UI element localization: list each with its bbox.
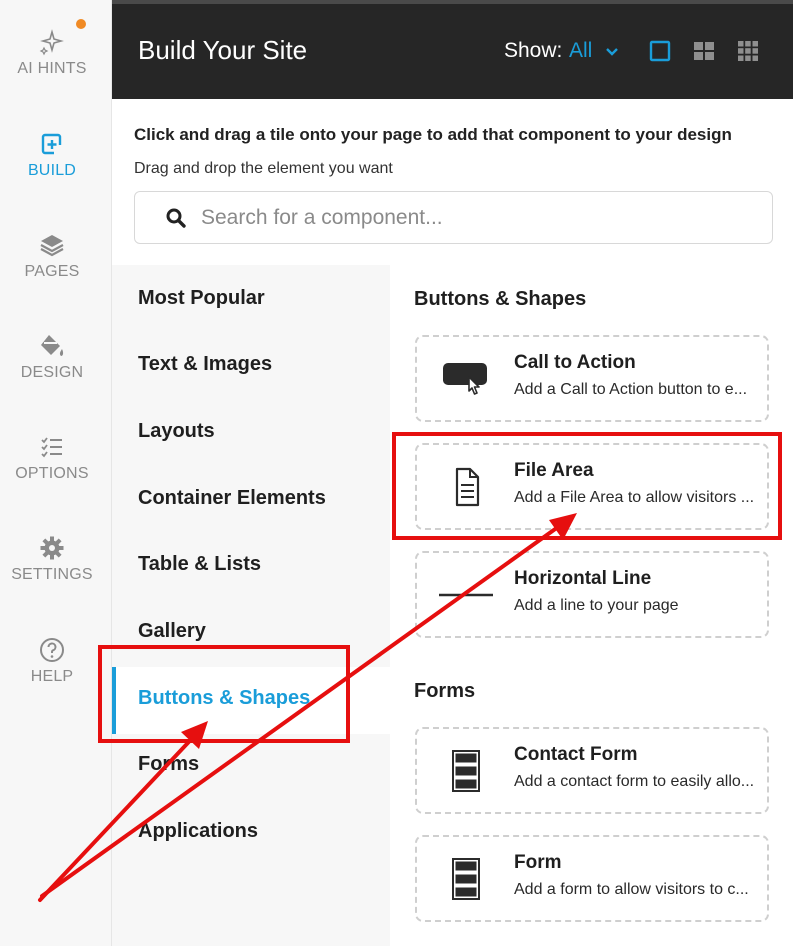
rail-item-options[interactable]: OPTIONS bbox=[0, 433, 104, 483]
component-tile-call-to-action[interactable]: Call to Action Add a Call to Action butt… bbox=[415, 335, 769, 422]
help-circle-icon bbox=[0, 636, 104, 666]
component-tile-form[interactable]: Form Add a form to allow visitors to c..… bbox=[415, 835, 769, 922]
component-tile-horizontal-line[interactable]: Horizontal Line Add a line to your page bbox=[415, 551, 769, 638]
search-icon bbox=[166, 208, 186, 228]
grid-2x2-icon[interactable] bbox=[693, 40, 715, 62]
layers-icon bbox=[0, 231, 104, 261]
single-view-icon[interactable] bbox=[649, 40, 671, 62]
page-title: Build Your Site bbox=[138, 35, 308, 65]
section-title-forms: Forms bbox=[414, 680, 476, 702]
rail-label-help: HELP bbox=[30, 668, 74, 685]
category-gallery[interactable]: Gallery bbox=[138, 620, 206, 643]
category-container-elements[interactable]: Container Elements bbox=[138, 487, 326, 510]
form-icon bbox=[452, 858, 480, 900]
component-title: Form bbox=[514, 852, 562, 873]
rail-item-build[interactable]: BUILD bbox=[0, 130, 104, 180]
chevron-down-icon[interactable] bbox=[604, 44, 620, 60]
rail-item-settings[interactable]: SETTINGS bbox=[0, 534, 104, 584]
category-layouts[interactable]: Layouts bbox=[138, 420, 215, 443]
rail-label-options: OPTIONS bbox=[15, 465, 89, 482]
rail-item-design[interactable]: DESIGN bbox=[0, 332, 104, 382]
component-title: File Area bbox=[514, 460, 594, 481]
component-description: Add a form to allow visitors to c... bbox=[514, 881, 749, 898]
component-description: Add a contact form to easily allo... bbox=[514, 773, 755, 790]
form-icon bbox=[452, 750, 480, 792]
rail-label-pages: PAGES bbox=[24, 263, 80, 280]
left-rail: AI HINTS BUILD PAGES DESIGN OPTIONS SETT… bbox=[0, 0, 112, 946]
search-box[interactable] bbox=[134, 191, 773, 244]
show-filter-dropdown[interactable]: All bbox=[569, 39, 592, 63]
document-icon bbox=[455, 467, 480, 507]
category-table-lists[interactable]: Table & Lists bbox=[138, 553, 261, 576]
category-most-popular[interactable]: Most Popular bbox=[138, 287, 265, 310]
component-description: Add a Call to Action button to e... bbox=[514, 381, 748, 398]
instructions-subtitle: Drag and drop the element you want bbox=[134, 160, 393, 177]
category-list: Most Popular Text & Images Layouts Conta… bbox=[112, 265, 390, 946]
paint-bucket-icon bbox=[0, 332, 104, 362]
add-box-icon bbox=[0, 130, 104, 160]
component-description: Add a File Area to allow visitors ... bbox=[514, 489, 755, 506]
gear-icon bbox=[0, 534, 104, 564]
show-filter-label: Show: bbox=[504, 39, 563, 62]
notification-dot bbox=[76, 19, 86, 29]
rail-label-design: DESIGN bbox=[20, 364, 84, 381]
rail-label-build: BUILD bbox=[27, 162, 77, 179]
rail-item-help[interactable]: HELP bbox=[0, 636, 104, 686]
category-applications[interactable]: Applications bbox=[138, 820, 258, 843]
component-tile-contact-form[interactable]: Contact Form Add a contact form to easil… bbox=[415, 727, 769, 814]
search-input[interactable] bbox=[201, 192, 761, 243]
section-title-buttons-shapes: Buttons & Shapes bbox=[414, 288, 587, 310]
component-title: Call to Action bbox=[514, 352, 636, 373]
component-tile-file-area[interactable]: File Area Add a File Area to allow visit… bbox=[415, 443, 769, 530]
instructions-title: Click and drag a tile onto your page to … bbox=[134, 125, 732, 144]
rail-label-settings: SETTINGS bbox=[11, 566, 93, 583]
rail-item-ai-hints[interactable]: AI HINTS bbox=[0, 28, 104, 78]
component-description: Add a line to your page bbox=[514, 597, 679, 614]
horizontal-line-icon bbox=[439, 593, 493, 597]
component-title: Contact Form bbox=[514, 744, 638, 765]
rail-label-ai-hints: AI HINTS bbox=[17, 60, 87, 77]
category-text-images[interactable]: Text & Images bbox=[138, 353, 272, 376]
grid-3x3-icon[interactable] bbox=[737, 40, 759, 62]
category-buttons-shapes[interactable]: Buttons & Shapes bbox=[138, 687, 310, 710]
category-forms[interactable]: Forms bbox=[138, 753, 199, 776]
active-category-indicator bbox=[112, 667, 116, 734]
component-title: Horizontal Line bbox=[514, 568, 652, 589]
sparkle-icon bbox=[0, 28, 104, 58]
cta-button-icon bbox=[443, 363, 487, 395]
rail-item-pages[interactable]: PAGES bbox=[0, 231, 104, 281]
checklist-icon bbox=[0, 433, 104, 463]
header-bar: Build Your Site Show: All bbox=[112, 4, 793, 99]
